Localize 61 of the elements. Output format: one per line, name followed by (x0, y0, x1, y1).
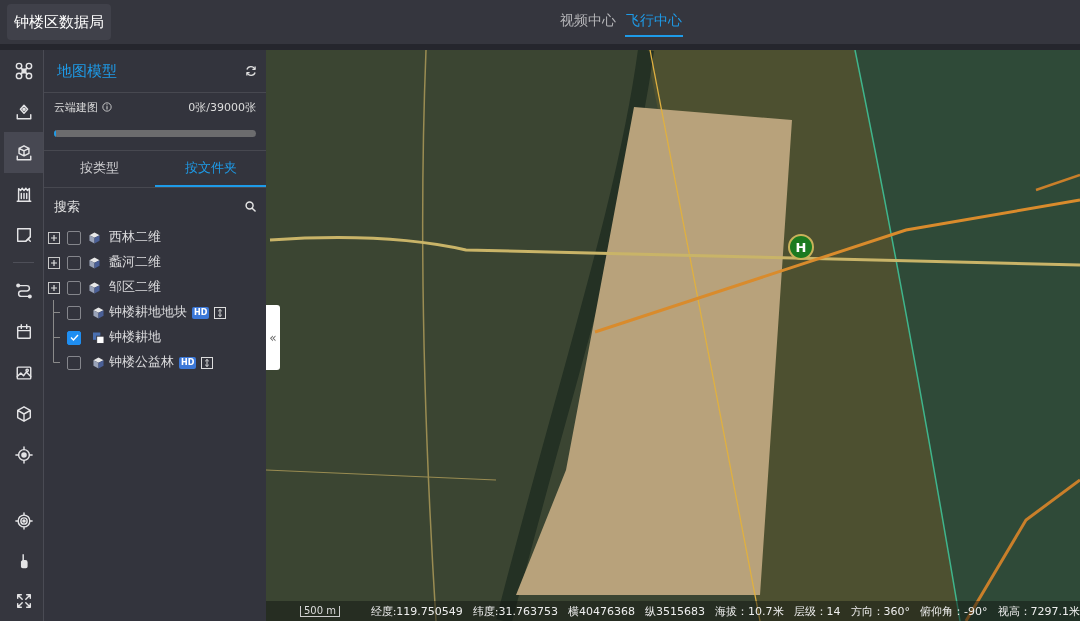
cloud-mapping-label: 云端建图 (54, 99, 98, 115)
status-readout: 层级：14 (793, 603, 841, 619)
status-readout: 纵3515683 (645, 603, 706, 619)
model-icon (14, 143, 33, 162)
status-readout: 视高：7297.1米 (997, 603, 1080, 619)
cube-icon (89, 281, 100, 294)
status-readout: 横40476368 (568, 603, 636, 619)
expand-icon[interactable] (48, 256, 60, 269)
expand-icon[interactable] (48, 231, 60, 244)
cube-icon (14, 404, 33, 423)
status-readout: 俯仰角：-90° (920, 603, 988, 619)
nav-tab[interactable]: 飞行中心 (625, 7, 683, 37)
drone-icon (14, 61, 33, 80)
checkbox[interactable] (67, 255, 81, 270)
hd-badge: HD (179, 356, 197, 369)
cube-icon (93, 306, 104, 319)
vertical-arrows-icon[interactable] (214, 306, 227, 319)
nav-tab[interactable]: 视频中心 (559, 7, 617, 37)
expand-icon[interactable] (48, 281, 60, 294)
checkbox[interactable] (67, 230, 81, 245)
polygon-icon (14, 225, 33, 244)
panel-title: 地图模型 (57, 61, 117, 81)
layer-name[interactable]: 钟楼公益林 (109, 354, 174, 371)
status-readout: 纬度:31.763753 (472, 603, 559, 619)
image-count: 0张/39000张 (188, 99, 256, 115)
checkbox[interactable] (67, 280, 81, 295)
cube-icon (89, 231, 100, 244)
refresh-icon[interactable] (245, 65, 257, 77)
layer-name[interactable]: 钟楼耕地 (109, 329, 161, 346)
checkbox[interactable] (67, 305, 81, 320)
building-icon (14, 184, 33, 203)
waypoint-icon (14, 102, 33, 121)
layers-icon (93, 331, 104, 344)
cube-icon (89, 256, 100, 269)
layer-name[interactable]: 钟楼耕地地块 (109, 304, 187, 321)
search-field[interactable]: 搜索 (54, 196, 245, 217)
target-icon (14, 512, 33, 530)
layer-name[interactable]: 西林二维 (109, 229, 161, 246)
status-readout: 经度:119.750549 (370, 603, 463, 619)
search-icon[interactable] (245, 201, 256, 212)
calendar-icon (14, 322, 33, 341)
check-icon (69, 334, 79, 341)
fullscreen-icon (14, 592, 33, 610)
layer-name[interactable]: 蠡河二维 (109, 254, 161, 271)
scale-bar: 500 m (300, 605, 340, 617)
info-icon[interactable] (102, 102, 112, 112)
layer-name[interactable]: 邹区二维 (109, 279, 161, 296)
image-icon (14, 363, 33, 382)
vertical-arrows-icon[interactable] (201, 356, 214, 369)
status-readout: 海拔：10.7米 (715, 603, 784, 619)
collapse-panel-button[interactable]: « (266, 305, 280, 370)
tool-button[interactable] (4, 132, 43, 173)
panel-tab[interactable]: 按类型 (44, 151, 155, 187)
checkbox[interactable] (67, 355, 81, 370)
cube-icon (93, 356, 104, 369)
route-icon (14, 281, 33, 300)
checkbox[interactable] (67, 330, 81, 345)
hd-badge: HD (192, 306, 210, 319)
app-title: 钟楼区数据局 (7, 4, 111, 40)
status-readout: 方向：360° (850, 603, 911, 619)
locate-icon (14, 445, 33, 464)
